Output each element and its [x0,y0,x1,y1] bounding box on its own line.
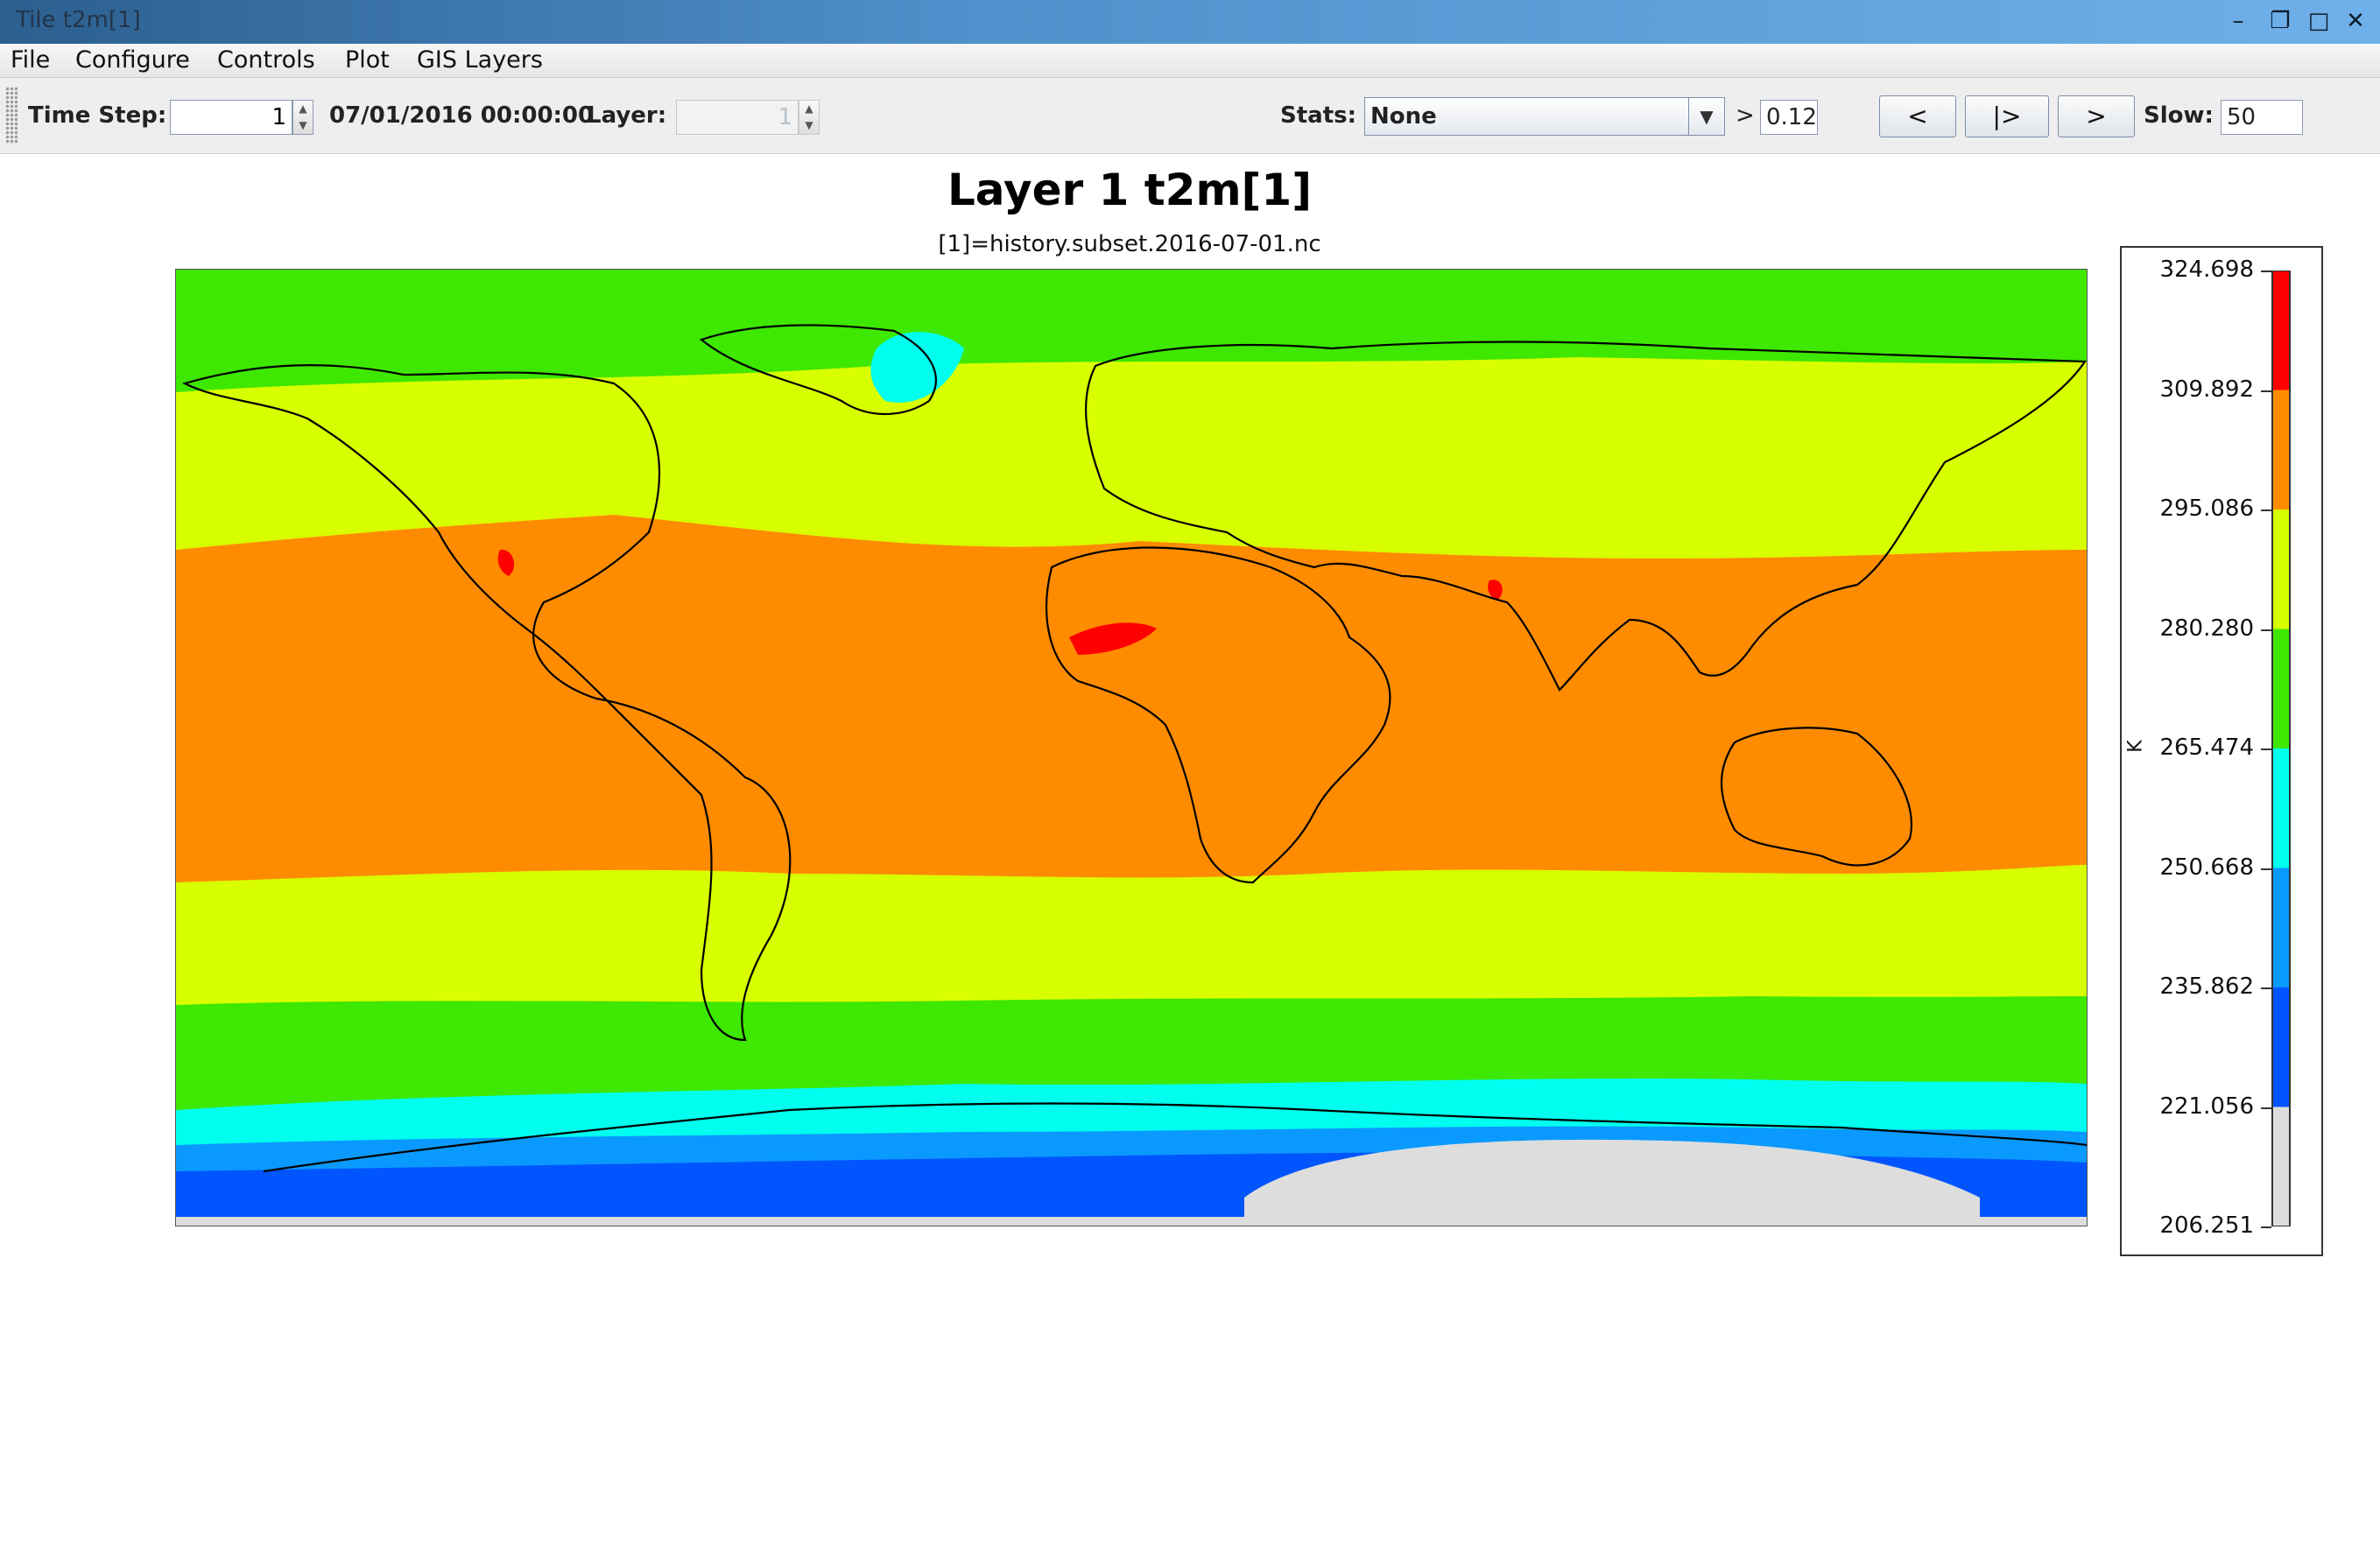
spin-up-icon: ▲ [805,102,813,115]
window-title: Tile t2m[1] [16,7,141,33]
legend-tick-mark [2261,1226,2271,1228]
spin-down-icon[interactable]: ▼ [293,117,313,134]
spin-up-icon[interactable]: ▲ [293,101,313,117]
menu-file[interactable]: File [11,44,50,77]
close-icon[interactable]: ✕ [2340,5,2371,37]
menu-bar: File Configure Controls Plot GIS Layers [0,44,2380,78]
plot-title: Layer 1 t2m[1] [947,165,1313,215]
legend-tick-mark [2261,748,2271,750]
legend-swatch [2272,629,2290,748]
temperature-map[interactable] [175,269,2088,1226]
legend-swatch [2272,868,2290,987]
minimize-icon[interactable]: – [2222,5,2254,37]
restore-icon[interactable]: ❐ [2264,5,2296,37]
maximize-icon[interactable]: □ [2303,5,2334,37]
layer-stepper: ▲ ▼ [799,100,820,135]
slow-input[interactable]: 50 [2221,100,2303,135]
legend-tick-label: 235.862 [2159,973,2254,1000]
legend-tick-mark [2261,629,2271,631]
next-step-button[interactable]: > [2058,95,2135,137]
stats-label: Stats: [1280,102,1357,129]
legend-swatch [2272,748,2290,868]
legend-tick-mark [2261,509,2271,511]
time-step-stepper[interactable]: ▲ ▼ [292,100,313,135]
legend-tick-mark [2261,390,2271,392]
menu-gis-layers[interactable]: GIS Layers [417,44,543,77]
menu-configure[interactable]: Configure [75,44,190,77]
layer-label: Layer: [587,102,667,129]
menu-plot[interactable]: Plot [345,44,390,77]
time-step-input[interactable]: 1 [170,100,292,135]
threshold-input[interactable]: 0.12 [1760,100,1818,135]
legend-tick-label: 250.668 [2159,854,2254,881]
legend-tick-mark [2261,868,2271,870]
previous-step-button[interactable]: < [1879,95,1956,137]
legend-swatch [2272,509,2290,629]
legend-swatch [2272,987,2290,1107]
legend-swatch [2272,390,2290,509]
legend-tick-label: 324.698 [2159,256,2254,283]
layer-input: 1 [676,100,799,135]
legend-tick-label: 221.056 [2159,1093,2254,1120]
menu-controls[interactable]: Controls [217,44,315,77]
datetime-display: 07/01/2016 00:00:00 [329,102,595,129]
plot-subtitle: [1]=history.subset.2016-07-01.nc [938,231,1321,257]
chevron-down-icon[interactable]: ▼ [1688,98,1724,135]
window-titlebar: Tile t2m[1] – ❐ □ ✕ [0,0,2380,45]
legend-tick-label: 265.474 [2159,734,2254,761]
map-bottom-edge [176,1217,2087,1226]
legend-tick-mark [2261,987,2271,989]
threshold-symbol: > [1736,102,1755,129]
legend-swatch [2272,271,2290,390]
map-band-mild-south [176,865,2087,1005]
play-button[interactable]: |> [1965,95,2049,137]
legend-color-bar [2271,271,2291,1226]
legend-tick-label: 309.892 [2159,376,2254,403]
spin-down-icon: ▼ [805,119,813,131]
toolbar-grip-handle[interactable] [5,87,18,144]
time-step-label: Time Step: [28,102,167,129]
legend-tick-label: 206.251 [2159,1212,2254,1239]
legend-tick-mark [2261,1107,2271,1109]
slow-label: Slow: [2144,102,2214,129]
stats-dropdown[interactable]: None ▼ [1364,97,1725,136]
animation-toolbar: Time Step: 1 ▲ ▼ 07/01/2016 00:00:00 Lay… [0,78,2380,154]
legend-swatch [2272,1107,2290,1226]
stats-selected-value: None [1370,103,1437,130]
legend-tick-label: 295.086 [2159,495,2254,522]
legend-tick-mark [2261,271,2271,272]
legend-tick-label: 280.280 [2159,615,2254,642]
